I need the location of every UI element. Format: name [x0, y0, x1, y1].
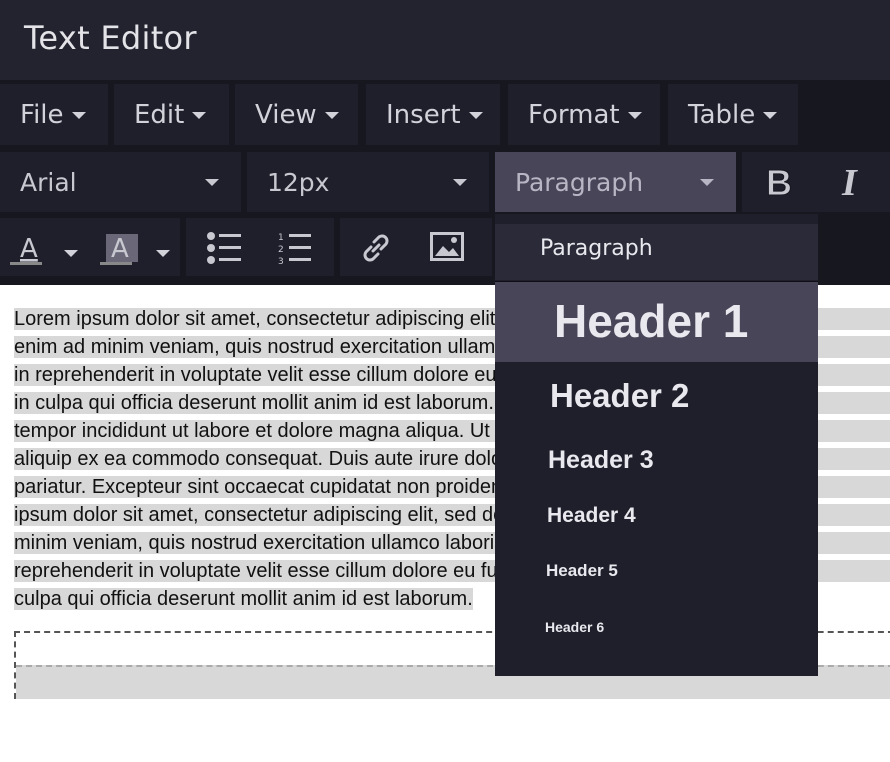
bullet-list-button[interactable] — [206, 231, 242, 270]
menu-table-label: Table — [688, 99, 756, 130]
dropdown-item-header-3[interactable]: Header 3 — [495, 432, 818, 488]
dropdown-item-header-6[interactable]: Header 6 — [495, 600, 818, 654]
chevron-down-icon — [156, 250, 170, 257]
background-color-button[interactable]: A — [100, 230, 140, 271]
link-button[interactable] — [358, 230, 394, 271]
text-color-icon: A — [10, 234, 42, 265]
block-format-value: Paragraph — [515, 167, 644, 197]
svg-text:I: I — [841, 164, 858, 200]
title-bar: Text Editor — [0, 0, 890, 80]
image-button[interactable] — [430, 232, 464, 267]
menu-table[interactable]: Table — [668, 84, 798, 145]
menu-edit-label: Edit — [134, 99, 185, 130]
dropdown-item-header-1[interactable]: Header 1 — [495, 282, 818, 362]
text-line: culpa qui officia deserunt mollit anim i… — [14, 588, 473, 610]
menu-format-label: Format — [528, 99, 620, 130]
menu-file-label: File — [20, 99, 64, 130]
bold-icon: B — [766, 164, 793, 200]
window-title: Text Editor — [24, 19, 197, 57]
menu-insert[interactable]: Insert — [366, 84, 500, 145]
dropdown-item-header-5[interactable]: Header 5 — [495, 544, 818, 598]
bold-button[interactable]: B — [742, 152, 814, 212]
font-family-value: Arial — [20, 167, 77, 197]
svg-text:1: 1 — [278, 233, 284, 243]
block-format-dropdown: Paragraph Header 1 Header 2 Header 3 Hea… — [495, 214, 818, 676]
background-color-icon: A — [100, 234, 138, 265]
chevron-down-icon — [64, 250, 78, 257]
background-color-dropdown[interactable] — [156, 244, 170, 262]
menu-view[interactable]: View — [235, 84, 358, 145]
list-tools-group: 1 2 3 — [186, 218, 334, 276]
svg-text:A: A — [20, 234, 38, 264]
chevron-down-icon — [468, 112, 483, 119]
font-family-select[interactable]: Arial — [0, 152, 241, 212]
numbered-list-icon: 1 2 3 — [278, 233, 311, 267]
font-size-select[interactable]: 12px — [247, 152, 489, 212]
chevron-down-icon — [453, 179, 467, 186]
dropdown-item-paragraph[interactable]: Paragraph — [495, 224, 818, 280]
menu-format[interactable]: Format — [508, 84, 660, 145]
link-icon — [363, 234, 389, 262]
numbered-list-button[interactable]: 1 2 3 — [278, 231, 312, 270]
text-color-dropdown[interactable] — [64, 244, 78, 262]
menu-file[interactable]: File — [0, 84, 108, 145]
text-color-button[interactable]: A — [10, 230, 46, 271]
insert-tools-group — [340, 218, 492, 276]
italic-button[interactable]: I — [814, 152, 890, 212]
block-format-select[interactable]: Paragraph — [495, 152, 736, 212]
svg-text:A: A — [111, 234, 129, 264]
svg-text:2: 2 — [278, 245, 284, 255]
color-tools-group: A A — [0, 218, 180, 276]
menu-insert-label: Insert — [386, 99, 461, 130]
chevron-down-icon — [763, 112, 778, 119]
dropdown-item-header-2[interactable]: Header 2 — [495, 364, 818, 428]
svg-text:B: B — [766, 164, 792, 200]
chevron-down-icon — [192, 112, 207, 119]
bullet-list-icon — [207, 232, 241, 264]
menu-edit[interactable]: Edit — [114, 84, 229, 145]
dropdown-item-header-4[interactable]: Header 4 — [495, 489, 818, 543]
font-size-value: 12px — [267, 167, 330, 197]
chevron-down-icon — [71, 112, 86, 119]
menu-view-label: View — [255, 99, 317, 130]
chevron-down-icon — [700, 179, 714, 186]
chevron-down-icon — [627, 112, 642, 119]
chevron-down-icon — [324, 112, 339, 119]
image-icon — [430, 232, 464, 261]
svg-text:3: 3 — [278, 257, 284, 265]
italic-icon: I — [841, 164, 858, 200]
chevron-down-icon — [205, 179, 219, 186]
